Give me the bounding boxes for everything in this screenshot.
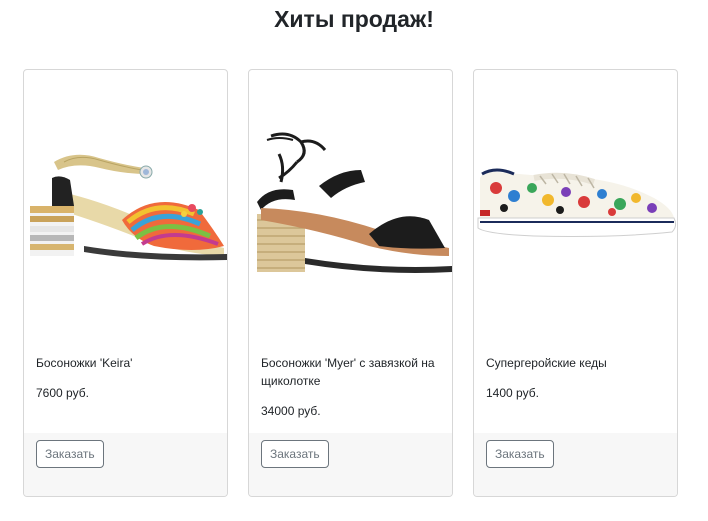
product-price: 7600 руб.: [36, 386, 89, 400]
product-card-footer: Заказать: [474, 433, 677, 496]
product-card-keira: Босоножки 'Keira' 7600 руб. Заказать: [23, 69, 228, 497]
product-image-sneaker[interactable]: [474, 70, 677, 340]
product-card-myer: Босоножки 'Myer' с завязкой на щиколотке…: [248, 69, 453, 497]
order-button[interactable]: Заказать: [261, 440, 329, 468]
product-card-footer: Заказать: [249, 433, 452, 496]
product-card-body: Босоножки 'Myer' с завязкой на щиколотке…: [261, 354, 446, 420]
product-price: 34000 руб.: [261, 404, 321, 418]
product-card-body: Босоножки 'Keira' 7600 руб.: [36, 354, 221, 402]
product-image-sandal-myer[interactable]: [249, 70, 452, 340]
order-button[interactable]: Заказать: [486, 440, 554, 468]
product-card-body: Супергеройские кеды 1400 руб.: [486, 354, 671, 402]
hits-page: Хиты продаж! Босоножки 'Keira' 7600 руб.…: [0, 0, 708, 521]
product-card-footer: Заказать: [24, 433, 227, 496]
product-image-sandal-keira[interactable]: [24, 70, 227, 340]
page-title: Хиты продаж!: [274, 6, 434, 32]
product-title[interactable]: Босоножки 'Myer' с завязкой на щиколотке: [261, 354, 446, 390]
product-title[interactable]: Супергеройские кеды: [486, 354, 671, 372]
product-price: 1400 руб.: [486, 386, 539, 400]
order-button[interactable]: Заказать: [36, 440, 104, 468]
product-card-superhero-sneakers: Супергеройские кеды 1400 руб. Заказать: [473, 69, 678, 497]
product-title[interactable]: Босоножки 'Keira': [36, 354, 221, 372]
